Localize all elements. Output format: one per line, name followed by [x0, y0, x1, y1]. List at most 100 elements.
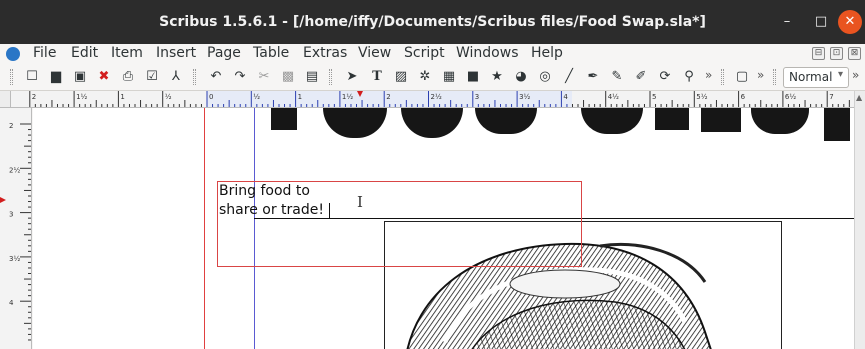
- mdi-close-icon[interactable]: ⊠: [848, 47, 861, 60]
- scroll-up-icon[interactable]: ▲: [856, 93, 862, 102]
- mdi-restore-icon[interactable]: ⊡: [830, 47, 843, 60]
- ruler-label: 2: [32, 93, 36, 101]
- title-letter-shape: [701, 108, 741, 132]
- ruler-cursor-marker: [0, 197, 6, 203]
- title-letter-shape: [401, 108, 463, 138]
- undo-icon[interactable]: ↶: [207, 68, 225, 86]
- preflight-icon[interactable]: ☑: [143, 68, 161, 86]
- ruler-label: 4: [563, 93, 568, 101]
- ruler-label: 1½: [342, 93, 353, 101]
- margin-guide: [204, 108, 205, 349]
- title-letter-shape: [751, 108, 809, 134]
- menu-view[interactable]: View: [358, 45, 391, 61]
- line-icon[interactable]: ╱: [560, 68, 578, 86]
- ruler-label: 5: [652, 93, 656, 101]
- ruler-label: 2: [386, 93, 390, 101]
- menu-table[interactable]: Table: [253, 45, 289, 61]
- shape-icon[interactable]: ■: [464, 68, 482, 86]
- menu-page[interactable]: Page: [207, 45, 241, 61]
- toolbar-overflow-icon[interactable]: »: [757, 68, 764, 82]
- menu-script[interactable]: Script: [404, 45, 445, 61]
- ruler-label: 2½: [431, 93, 442, 101]
- toolbar-overflow-icon[interactable]: »: [852, 68, 859, 82]
- ruler-label: 1: [120, 93, 124, 101]
- close-window-icon[interactable]: ✕: [838, 10, 862, 34]
- menu-file[interactable]: File: [33, 45, 56, 61]
- menu-bar: File Edit Item Insert Page Table Extras …: [0, 44, 865, 64]
- menu-insert[interactable]: Insert: [156, 45, 196, 61]
- rotate-icon[interactable]: ⟳: [656, 68, 674, 86]
- save-icon[interactable]: ▣: [71, 68, 89, 86]
- toolbar-overflow-icon[interactable]: »: [705, 68, 712, 82]
- render-frame-icon[interactable]: ✲: [416, 68, 434, 86]
- preview-mode-icon[interactable]: ▢: [733, 68, 751, 86]
- vertical-ruler-ticks: 2 2½ 3 3½ 4: [0, 122, 31, 341]
- vertical-ruler[interactable]: 2 2½ 3 3½ 4: [0, 108, 32, 349]
- table-icon[interactable]: ▦: [440, 68, 458, 86]
- minimize-icon[interactable]: –: [776, 11, 798, 33]
- spiral-icon[interactable]: ◎: [536, 68, 554, 86]
- document-canvas[interactable]: Bring food to share or trade! I: [33, 108, 854, 349]
- polygon-icon[interactable]: ★: [488, 68, 506, 86]
- bezier-icon[interactable]: ✒: [584, 68, 602, 86]
- cut-icon[interactable]: ✂: [255, 68, 273, 86]
- chevron-down-icon: ▾: [837, 69, 843, 80]
- view-mode-select[interactable]: Normal ▾: [783, 67, 849, 88]
- title-letter-shape: [824, 108, 850, 141]
- calligraphic-icon[interactable]: ✐: [632, 68, 650, 86]
- select-icon[interactable]: ➤: [343, 68, 361, 86]
- new-document-icon[interactable]: ☐: [23, 68, 41, 86]
- vertical-scrollbar[interactable]: ▲: [854, 91, 865, 349]
- ruler-label: ½: [253, 93, 260, 101]
- toolbar-grip[interactable]: [721, 69, 724, 85]
- print-icon[interactable]: ⎙: [119, 68, 137, 86]
- menu-windows[interactable]: Windows: [456, 45, 519, 61]
- window-titlebar: Scribus 1.5.6.1 - [/home/iffy/Documents/…: [0, 0, 865, 44]
- horizontal-ruler[interactable]: 2 1½ 1 ½ 0 ½ 1 1½ 2 2½ 3 3½ 4 4½ 5 5½ 6 6½ 7: [11, 91, 854, 108]
- ibeam-cursor-icon: I: [357, 193, 363, 211]
- main-toolbar: ☐ ▆ ▣ ✖ ⎙ ☑ ⅄ ↶ ↷ ✂ ▩ ▤ ➤ T ▨ ✲ ▦ ■ ★ ◕ …: [0, 64, 865, 91]
- copy-icon[interactable]: ▩: [279, 68, 297, 86]
- ruler-label: 3½: [9, 255, 20, 263]
- ruler-label: 4½: [608, 93, 619, 101]
- menu-extras[interactable]: Extras: [303, 45, 347, 61]
- mdi-minimize-icon[interactable]: ⊟: [812, 47, 825, 60]
- ruler-corner[interactable]: [0, 91, 11, 108]
- menu-help[interactable]: Help: [531, 45, 563, 61]
- title-letter-shape: [655, 108, 689, 130]
- arc-icon[interactable]: ◕: [512, 68, 530, 86]
- export-pdf-icon[interactable]: ⅄: [167, 68, 185, 86]
- title-letter-shape: [581, 108, 643, 134]
- toolbar-grip[interactable]: [10, 69, 13, 85]
- zoom-icon[interactable]: ⚲: [680, 68, 698, 86]
- ruler-label: 4: [9, 299, 14, 307]
- text-frame-content[interactable]: Bring food to share or trade!: [219, 182, 324, 220]
- close-document-icon[interactable]: ✖: [95, 68, 113, 86]
- image-frame-icon[interactable]: ▨: [392, 68, 410, 86]
- ruler-label: 1½: [76, 93, 87, 101]
- paste-icon[interactable]: ▤: [303, 68, 321, 86]
- redo-icon[interactable]: ↷: [231, 68, 249, 86]
- title-letter-shape: [475, 108, 537, 134]
- open-document-icon[interactable]: ▆: [47, 68, 65, 86]
- menu-item[interactable]: Item: [111, 45, 143, 61]
- window-title: Scribus 1.5.6.1 - [/home/iffy/Documents/…: [159, 14, 706, 30]
- view-mode-value: Normal: [789, 70, 833, 84]
- selected-text-frame[interactable]: Bring food to share or trade!: [217, 181, 582, 267]
- title-letter-shape: [323, 108, 387, 138]
- ruler-label: 6½: [785, 93, 796, 101]
- ruler-label: 3: [9, 211, 13, 219]
- text-frame-icon[interactable]: T: [368, 68, 386, 86]
- toolbar-grip[interactable]: [193, 69, 196, 85]
- scribus-app-icon: [6, 47, 20, 61]
- menu-edit[interactable]: Edit: [71, 45, 98, 61]
- ruler-label: 0: [209, 93, 213, 101]
- ruler-label: 3: [475, 93, 479, 101]
- toolbar-grip[interactable]: [773, 69, 776, 85]
- ruler-label: 2½: [9, 166, 20, 174]
- freehand-icon[interactable]: ✎: [608, 68, 626, 86]
- toolbar-grip[interactable]: [329, 69, 332, 85]
- ruler-label: 6: [741, 93, 746, 101]
- text-caret: [329, 203, 330, 219]
- maximize-icon[interactable]: □: [810, 11, 832, 33]
